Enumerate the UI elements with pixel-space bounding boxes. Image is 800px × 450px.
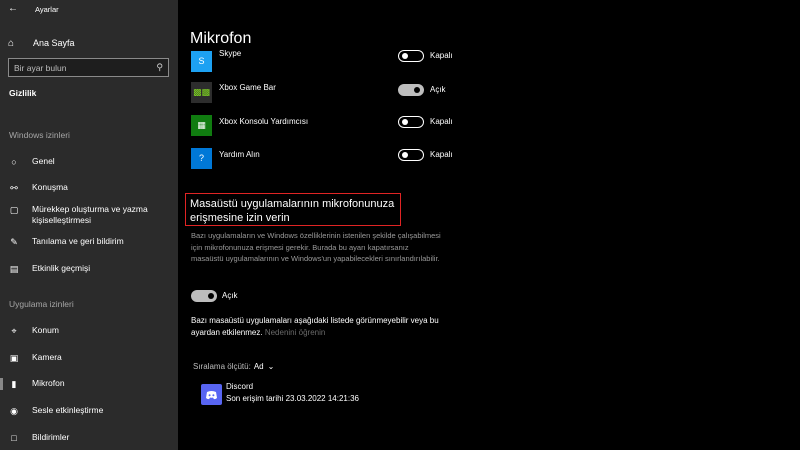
- app-name: Skype: [219, 49, 242, 58]
- window-title: Ayarlar: [35, 5, 59, 14]
- chevron-down-icon: ⌄: [267, 362, 275, 371]
- speech-icon: ⚯: [10, 183, 18, 193]
- sidebar-item-label: Sesle etkinleştirme: [32, 405, 104, 415]
- xbox-companion-icon: ▦: [191, 114, 212, 136]
- ink-icon: ▢: [9, 205, 19, 215]
- section-title: Gizlilik: [9, 88, 37, 98]
- home-link[interactable]: ⌂ Ana Sayfa: [8, 35, 173, 51]
- sidebar-item-bildirimler[interactable]: □ Bildirimler: [8, 432, 173, 443]
- sidebar-item-label: Konuşma: [32, 182, 68, 192]
- windows-permissions-label: Windows izinleri: [9, 130, 70, 140]
- home-icon: ⌂: [8, 37, 15, 49]
- camera-icon: ▣: [9, 353, 19, 363]
- sidebar-item-kamera[interactable]: ▣ Kamera: [8, 352, 173, 364]
- app-row-xbox-companion: ▦ Xbox Konsolu Yardımcısı Kapalı: [191, 113, 453, 137]
- sidebar-item-label: Bildirimler: [32, 432, 70, 442]
- sidebar-item-label: Genel: [32, 156, 55, 166]
- sidebar-item-konum[interactable]: ⌖ Konum: [8, 325, 173, 337]
- voice-activation-icon: ◉: [10, 406, 18, 416]
- feedback-icon: ✎: [10, 237, 18, 247]
- sidebar-item-murekkep[interactable]: ▢ Mürekkep oluşturma ve yazma kişiselleş…: [8, 204, 173, 226]
- discord-icon: [201, 384, 222, 405]
- sidebar-item-label-line1: Mürekkep oluşturma ve yazma: [32, 204, 148, 214]
- sidebar-item-genel[interactable]: ○ Genel: [8, 156, 173, 167]
- sort-value: Ad: [253, 362, 264, 371]
- toggle-knob: [402, 151, 408, 158]
- sidebar-item-label: Tanılama ve geri bildirim: [32, 236, 124, 246]
- app-permissions-label: Uygulama izinleri: [9, 299, 74, 309]
- desktop-app-name: Discord: [226, 382, 254, 391]
- search-placeholder: Bir ayar bulun: [14, 62, 67, 73]
- app-name: Xbox Game Bar: [219, 83, 276, 92]
- sidebar-item-mikrofon[interactable]: ▮ Mikrofon: [0, 378, 173, 390]
- desktop-apps-heading: Masaüstü uygulamalarının mikrofonunuza e…: [190, 198, 395, 224]
- app-toggle-state: Açık: [430, 85, 446, 94]
- sidebar-item-konusma[interactable]: ⚯ Konuşma: [8, 182, 173, 194]
- get-help-icon: ?: [191, 147, 212, 169]
- app-name: Xbox Konsolu Yardımcısı: [219, 117, 309, 126]
- toggle-knob: [402, 118, 408, 125]
- learn-why-link[interactable]: Nedenini öğrenin: [265, 328, 326, 337]
- app-row-xbox-game-bar: ▩▩ Xbox Game Bar Açık: [191, 80, 451, 104]
- sidebar-item-label: Mürekkep oluşturma ve yazma kişiselleşti…: [32, 204, 148, 226]
- app-toggle[interactable]: [398, 50, 424, 62]
- desktop-apps-note: Bazı masaüstü uygulamaları aşağıdaki lis…: [191, 315, 446, 339]
- sidebar-item-sesle[interactable]: ◉ Sesle etkinleştirme: [8, 405, 173, 417]
- sidebar-item-label: Konum: [32, 325, 59, 335]
- lock-icon: ○: [11, 157, 17, 167]
- sidebar-item-label: Mikrofon: [32, 378, 65, 388]
- home-label: Ana Sayfa: [33, 38, 75, 48]
- location-icon: ⌖: [11, 326, 17, 336]
- app-toggle[interactable]: [398, 149, 424, 161]
- sort-dropdown[interactable]: Sıralama ölçütü: Ad ⌄: [193, 362, 274, 371]
- timeline-icon: ▤: [9, 264, 19, 274]
- back-arrow-icon[interactable]: ←: [8, 3, 18, 14]
- sidebar-item-label: Kamera: [32, 352, 62, 362]
- search-input[interactable]: Bir ayar bulun ⚲: [8, 58, 169, 77]
- sidebar-item-etkinlik[interactable]: ▤ Etkinlik geçmişi: [8, 263, 173, 275]
- app-row-yardim-alin: ? Yardım Alın Kapalı: [191, 146, 453, 170]
- microphone-icon: ▮: [11, 379, 17, 389]
- xbox-game-bar-icon: ▩▩: [191, 81, 212, 103]
- notification-icon: □: [11, 433, 17, 443]
- toggle-knob: [402, 52, 408, 59]
- sidebar-item-tanilama[interactable]: ✎ Tanılama ve geri bildirim: [8, 236, 173, 248]
- desktop-app-last-access: Son erişim tarihi 23.03.2022 14:21:36: [226, 394, 359, 403]
- app-toggle[interactable]: [398, 116, 424, 128]
- desktop-apps-toggle-state: Açık: [222, 291, 238, 300]
- search-icon[interactable]: ⚲: [156, 62, 163, 73]
- app-toggle-state: Kapalı: [430, 150, 453, 159]
- desktop-apps-description: Bazı uygulamaların ve Windows özellikler…: [191, 231, 441, 263]
- sidebar-item-label: Etkinlik geçmişi: [32, 263, 91, 273]
- app-toggle-state: Kapalı: [430, 51, 453, 60]
- sidebar: ← Ayarlar ⌂ Ana Sayfa Bir ayar bulun ⚲ G…: [0, 0, 178, 450]
- app-toggle[interactable]: [398, 84, 424, 96]
- sort-label: Sıralama ölçütü:: [193, 362, 251, 371]
- app-row-skype: S Skype Kapalı: [191, 49, 453, 73]
- toggle-knob: [414, 86, 420, 93]
- app-toggle-state: Kapalı: [430, 117, 453, 126]
- app-name: Yardım Alın: [219, 150, 260, 159]
- skype-icon: S: [191, 50, 212, 72]
- page-title: Mikrofon: [190, 30, 252, 47]
- toggle-knob: [208, 293, 214, 299]
- sidebar-item-label-line2: kişiselleştirmesi: [32, 215, 92, 225]
- title-bar: ← Ayarlar: [0, 0, 178, 20]
- desktop-apps-toggle[interactable]: [191, 290, 217, 302]
